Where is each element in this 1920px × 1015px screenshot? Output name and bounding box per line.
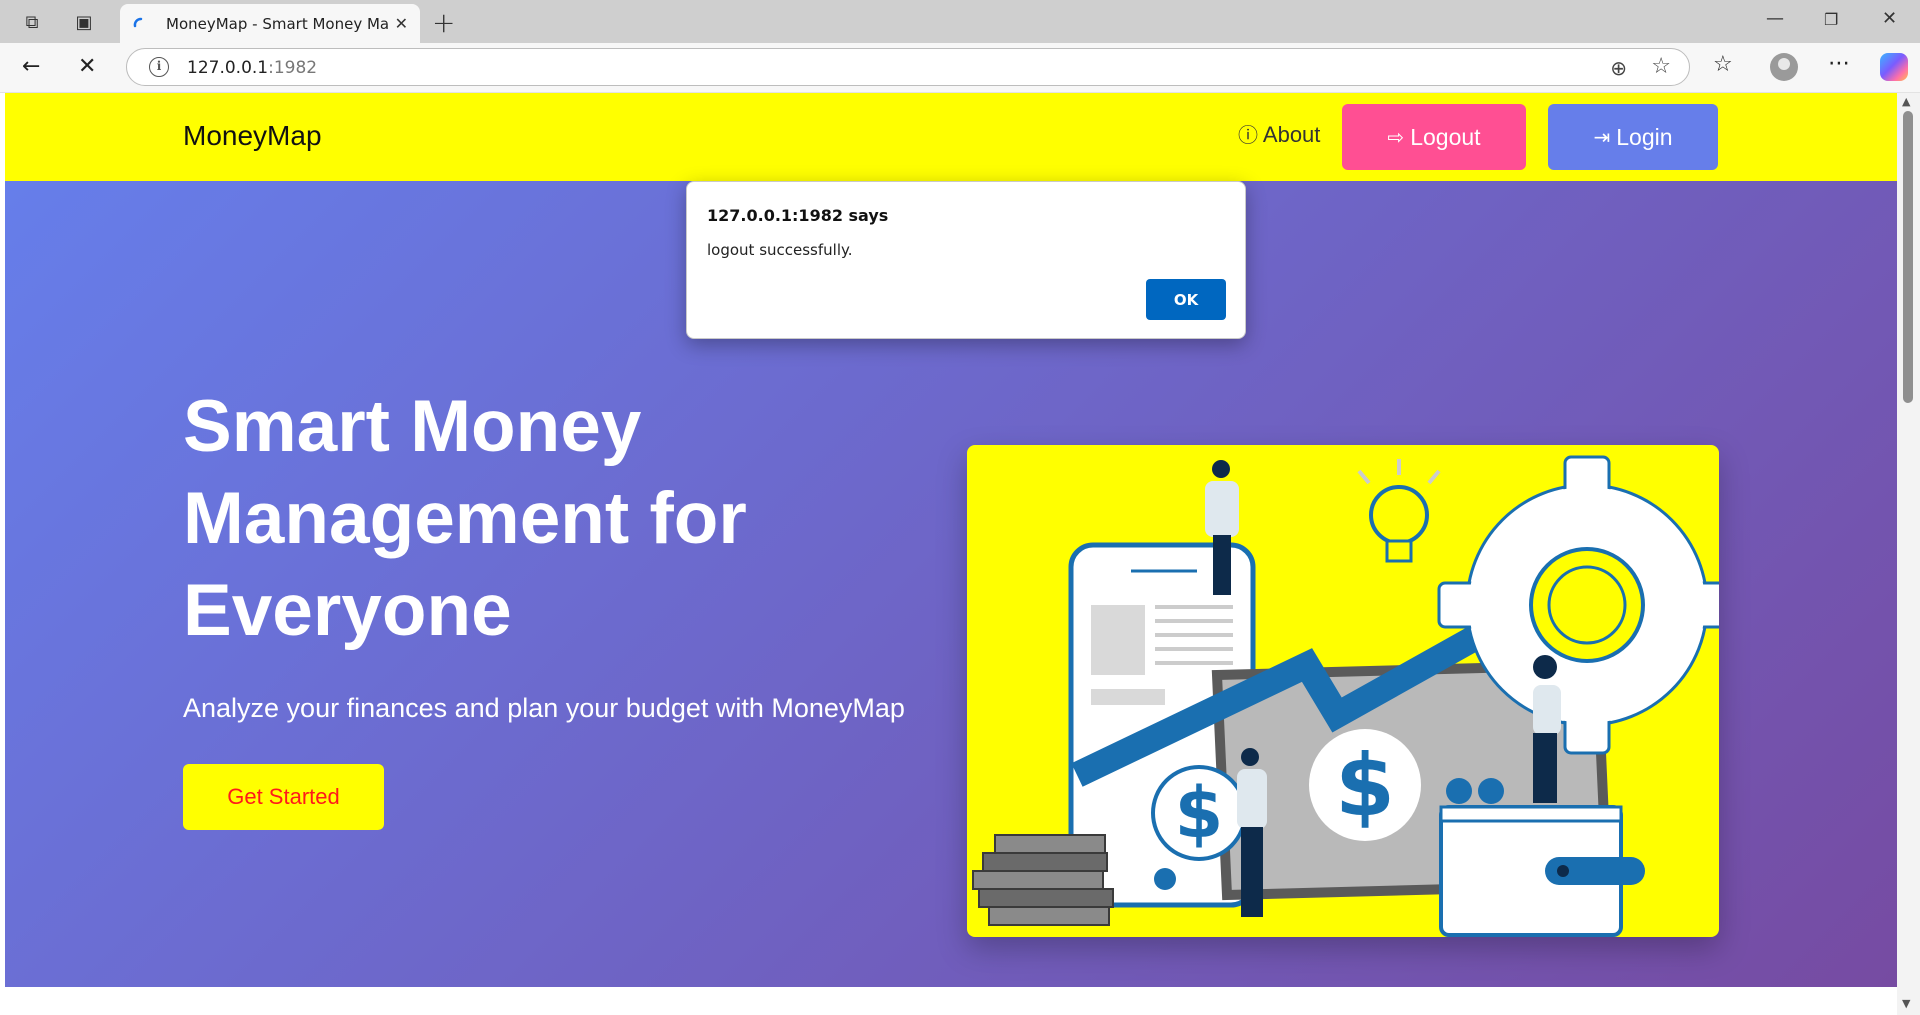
hero-subtitle: Analyze your finances and plan your budg… xyxy=(183,693,905,723)
nav-about-link[interactable]: ⓘ About xyxy=(1238,119,1320,148)
restore-icon[interactable]: ❐ xyxy=(1824,10,1838,29)
alert-dialog: 127.0.0.1:1982 says logout successfully.… xyxy=(686,181,1246,339)
logout-button[interactable]: ⇨ Logout xyxy=(1342,104,1526,170)
logout-icon: ⇨ xyxy=(1387,125,1405,149)
stop-loading-icon[interactable]: ✕ xyxy=(78,54,96,79)
hero-title: Smart Money Management for Everyone xyxy=(183,386,747,651)
scroll-down-icon[interactable]: ▼ xyxy=(1902,997,1910,1010)
dialog-ok-button[interactable]: OK xyxy=(1146,279,1226,320)
page-scrollbar[interactable]: ▲ ▼ xyxy=(1897,93,1920,1015)
tab-close-icon[interactable]: ✕ xyxy=(395,14,408,33)
site-navbar: MoneyMap ⓘ About ⇨ Logout ⇥ Login xyxy=(5,93,1897,181)
url-text[interactable]: 127.0.0.1:1982 xyxy=(187,58,317,78)
browser-toolbar: ← ✕ i 127.0.0.1:1982 ⊕ ☆ ☆ ⋯ xyxy=(0,43,1920,93)
scroll-up-icon[interactable]: ▲ xyxy=(1902,95,1910,108)
loading-icon xyxy=(132,16,148,32)
dialog-title: 127.0.0.1:1982 says xyxy=(707,206,889,225)
window-close-icon[interactable]: ✕ xyxy=(1882,8,1897,29)
svg-text:$: $ xyxy=(1175,772,1224,854)
tab-actions-icon[interactable]: ▣ xyxy=(72,10,96,34)
login-label: Login xyxy=(1616,123,1673,150)
svg-text:$: $ xyxy=(1335,736,1395,836)
get-started-button[interactable]: Get Started xyxy=(183,764,384,830)
favorites-icon[interactable]: ☆ xyxy=(1713,52,1733,77)
brand-logo[interactable]: MoneyMap xyxy=(183,120,322,152)
page-viewport: MoneyMap ⓘ About ⇨ Logout ⇥ Login Smart … xyxy=(5,93,1897,1015)
info-circle-icon: ⓘ xyxy=(1238,123,1258,147)
profile-avatar[interactable] xyxy=(1770,53,1798,81)
scrollbar-thumb[interactable] xyxy=(1903,111,1913,403)
login-icon: ⇥ xyxy=(1593,125,1611,149)
hero-illustration: $ $ xyxy=(967,445,1719,937)
dialog-message: logout successfully. xyxy=(707,241,853,259)
site-info-icon[interactable]: i xyxy=(149,57,169,77)
address-bar[interactable]: i 127.0.0.1:1982 ⊕ ☆ xyxy=(126,48,1690,86)
zoom-icon[interactable]: ⊕ xyxy=(1610,56,1627,80)
login-button[interactable]: ⇥ Login xyxy=(1548,104,1718,170)
more-icon[interactable]: ⋯ xyxy=(1828,51,1850,76)
tab-title: MoneyMap - Smart Money Management xyxy=(166,14,389,33)
logout-label: Logout xyxy=(1410,123,1481,150)
new-tab-button[interactable]: + xyxy=(432,6,455,39)
tab-strip: ⧉ ▣ MoneyMap - Smart Money Management ✕ … xyxy=(0,0,1920,43)
copilot-icon[interactable] xyxy=(1880,53,1908,81)
back-icon[interactable]: ← xyxy=(22,54,40,79)
favorite-icon[interactable]: ☆ xyxy=(1651,54,1671,79)
workspaces-icon[interactable]: ⧉ xyxy=(20,10,44,34)
page-bottom xyxy=(5,987,1897,1015)
minimize-icon[interactable]: — xyxy=(1766,8,1784,29)
browser-tab[interactable]: MoneyMap - Smart Money Management ✕ xyxy=(120,4,420,43)
